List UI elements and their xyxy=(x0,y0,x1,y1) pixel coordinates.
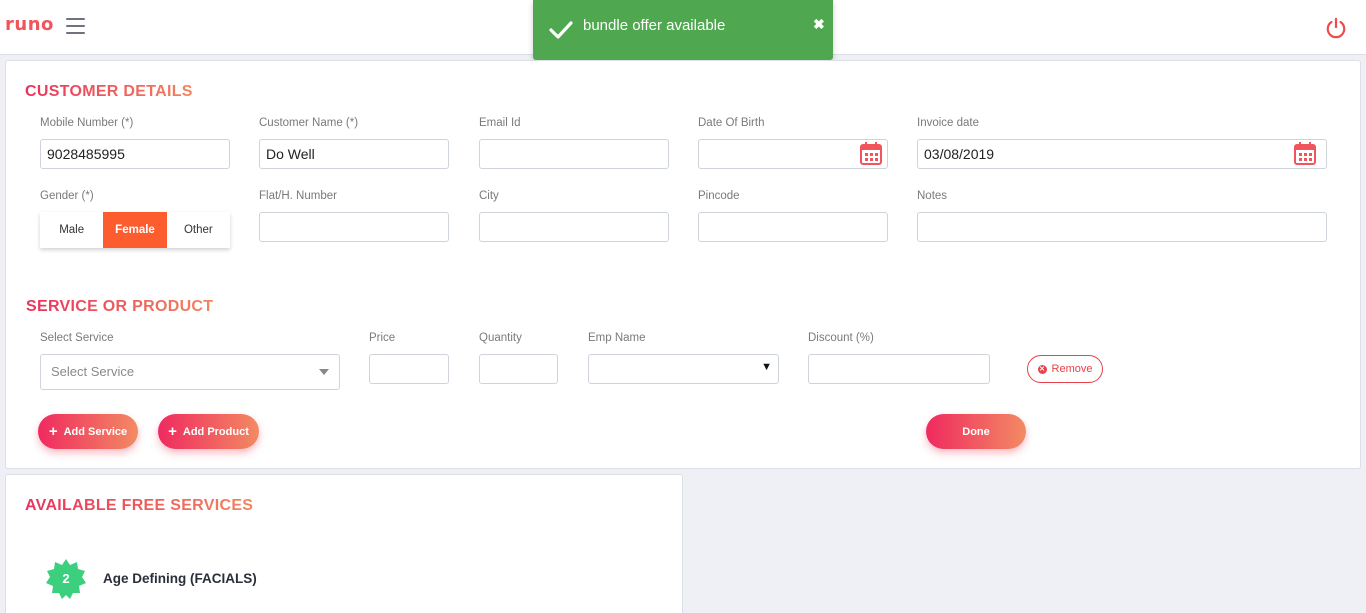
calendar-icon[interactable] xyxy=(860,141,882,165)
invoice-date-field[interactable]: 03/08/2019 xyxy=(917,139,1327,169)
dropdown-arrow-icon: ▼ xyxy=(761,361,772,373)
select-service-placeholder: Select Service xyxy=(51,364,135,379)
gender-male-option[interactable]: Male xyxy=(40,212,103,248)
flat-field[interactable] xyxy=(259,212,449,242)
free-services-title: AVAILABLE FREE SERVICES xyxy=(25,497,254,514)
toast-message: bundle offer available xyxy=(583,17,726,34)
mobile-field[interactable]: 9028485995 xyxy=(40,139,230,169)
gender-label: Gender (*) xyxy=(40,190,94,202)
done-button[interactable]: Done xyxy=(926,414,1026,449)
city-label: City xyxy=(479,190,499,202)
check-icon xyxy=(549,21,573,39)
invoice-date-label: Invoice date xyxy=(917,117,980,129)
discount-label: Discount (%) xyxy=(808,332,874,344)
calendar-icon[interactable] xyxy=(1294,141,1316,165)
toast-notification: bundle offer available ✖ xyxy=(533,0,833,60)
remove-label: Remove xyxy=(1051,363,1093,375)
remove-x-icon: ✕ xyxy=(1037,364,1047,374)
quantity-field[interactable] xyxy=(479,354,558,384)
notes-label: Notes xyxy=(917,190,948,202)
email-label: Email Id xyxy=(479,117,521,129)
quantity-label: Quantity xyxy=(479,332,522,344)
logo: runo xyxy=(5,14,54,35)
add-product-button[interactable]: + Add Product xyxy=(158,414,259,449)
add-product-label: Add Product xyxy=(182,425,249,438)
price-label: Price xyxy=(369,332,396,344)
free-service-name: Age Defining (FACIALS) xyxy=(103,571,257,586)
pincode-field[interactable] xyxy=(698,212,888,242)
count-badge: 2 xyxy=(46,559,86,599)
caret-down-icon xyxy=(319,369,329,375)
select-service-dropdown[interactable]: Select Service xyxy=(40,354,340,390)
customer-name-field[interactable]: Do Well xyxy=(259,139,449,169)
city-field[interactable] xyxy=(479,212,669,242)
customer-details-card: CUSTOMER DETAILS Mobile Number (*) Custo… xyxy=(5,60,1361,469)
gender-toggle: Male Female Other xyxy=(40,212,230,248)
price-field[interactable] xyxy=(369,354,449,384)
hamburger-menu-icon[interactable] xyxy=(66,18,85,35)
done-label: Done xyxy=(962,425,990,438)
customer-name-label: Customer Name (*) xyxy=(259,117,359,129)
emp-name-label: Emp Name xyxy=(588,332,646,344)
customer-details-title: CUSTOMER DETAILS xyxy=(25,83,193,100)
remove-button[interactable]: ✕ Remove xyxy=(1027,355,1103,383)
discount-field[interactable] xyxy=(808,354,990,384)
gender-other-option[interactable]: Other xyxy=(167,212,230,248)
emp-name-select[interactable]: ▼ xyxy=(588,354,779,384)
pincode-label: Pincode xyxy=(698,190,740,202)
gender-female-option[interactable]: Female xyxy=(103,212,167,248)
flat-label: Flat/H. Number xyxy=(259,190,337,202)
mobile-label: Mobile Number (*) xyxy=(40,117,134,129)
service-product-title: SERVICE OR PRODUCT xyxy=(26,298,214,315)
email-field[interactable] xyxy=(479,139,669,169)
dob-label: Date Of Birth xyxy=(698,117,765,129)
close-icon[interactable]: ✖ xyxy=(813,16,825,33)
add-service-label: Add Service xyxy=(63,425,128,438)
plus-icon: + xyxy=(48,423,58,440)
power-icon[interactable] xyxy=(1325,17,1347,39)
add-service-button[interactable]: + Add Service xyxy=(38,414,138,449)
plus-icon: + xyxy=(168,423,177,440)
notes-field[interactable] xyxy=(917,212,1327,242)
free-service-count: 2 xyxy=(62,571,70,586)
free-services-card: AVAILABLE FREE SERVICES 2 Age Defining (… xyxy=(5,474,683,613)
select-service-label: Select Service xyxy=(40,332,114,344)
